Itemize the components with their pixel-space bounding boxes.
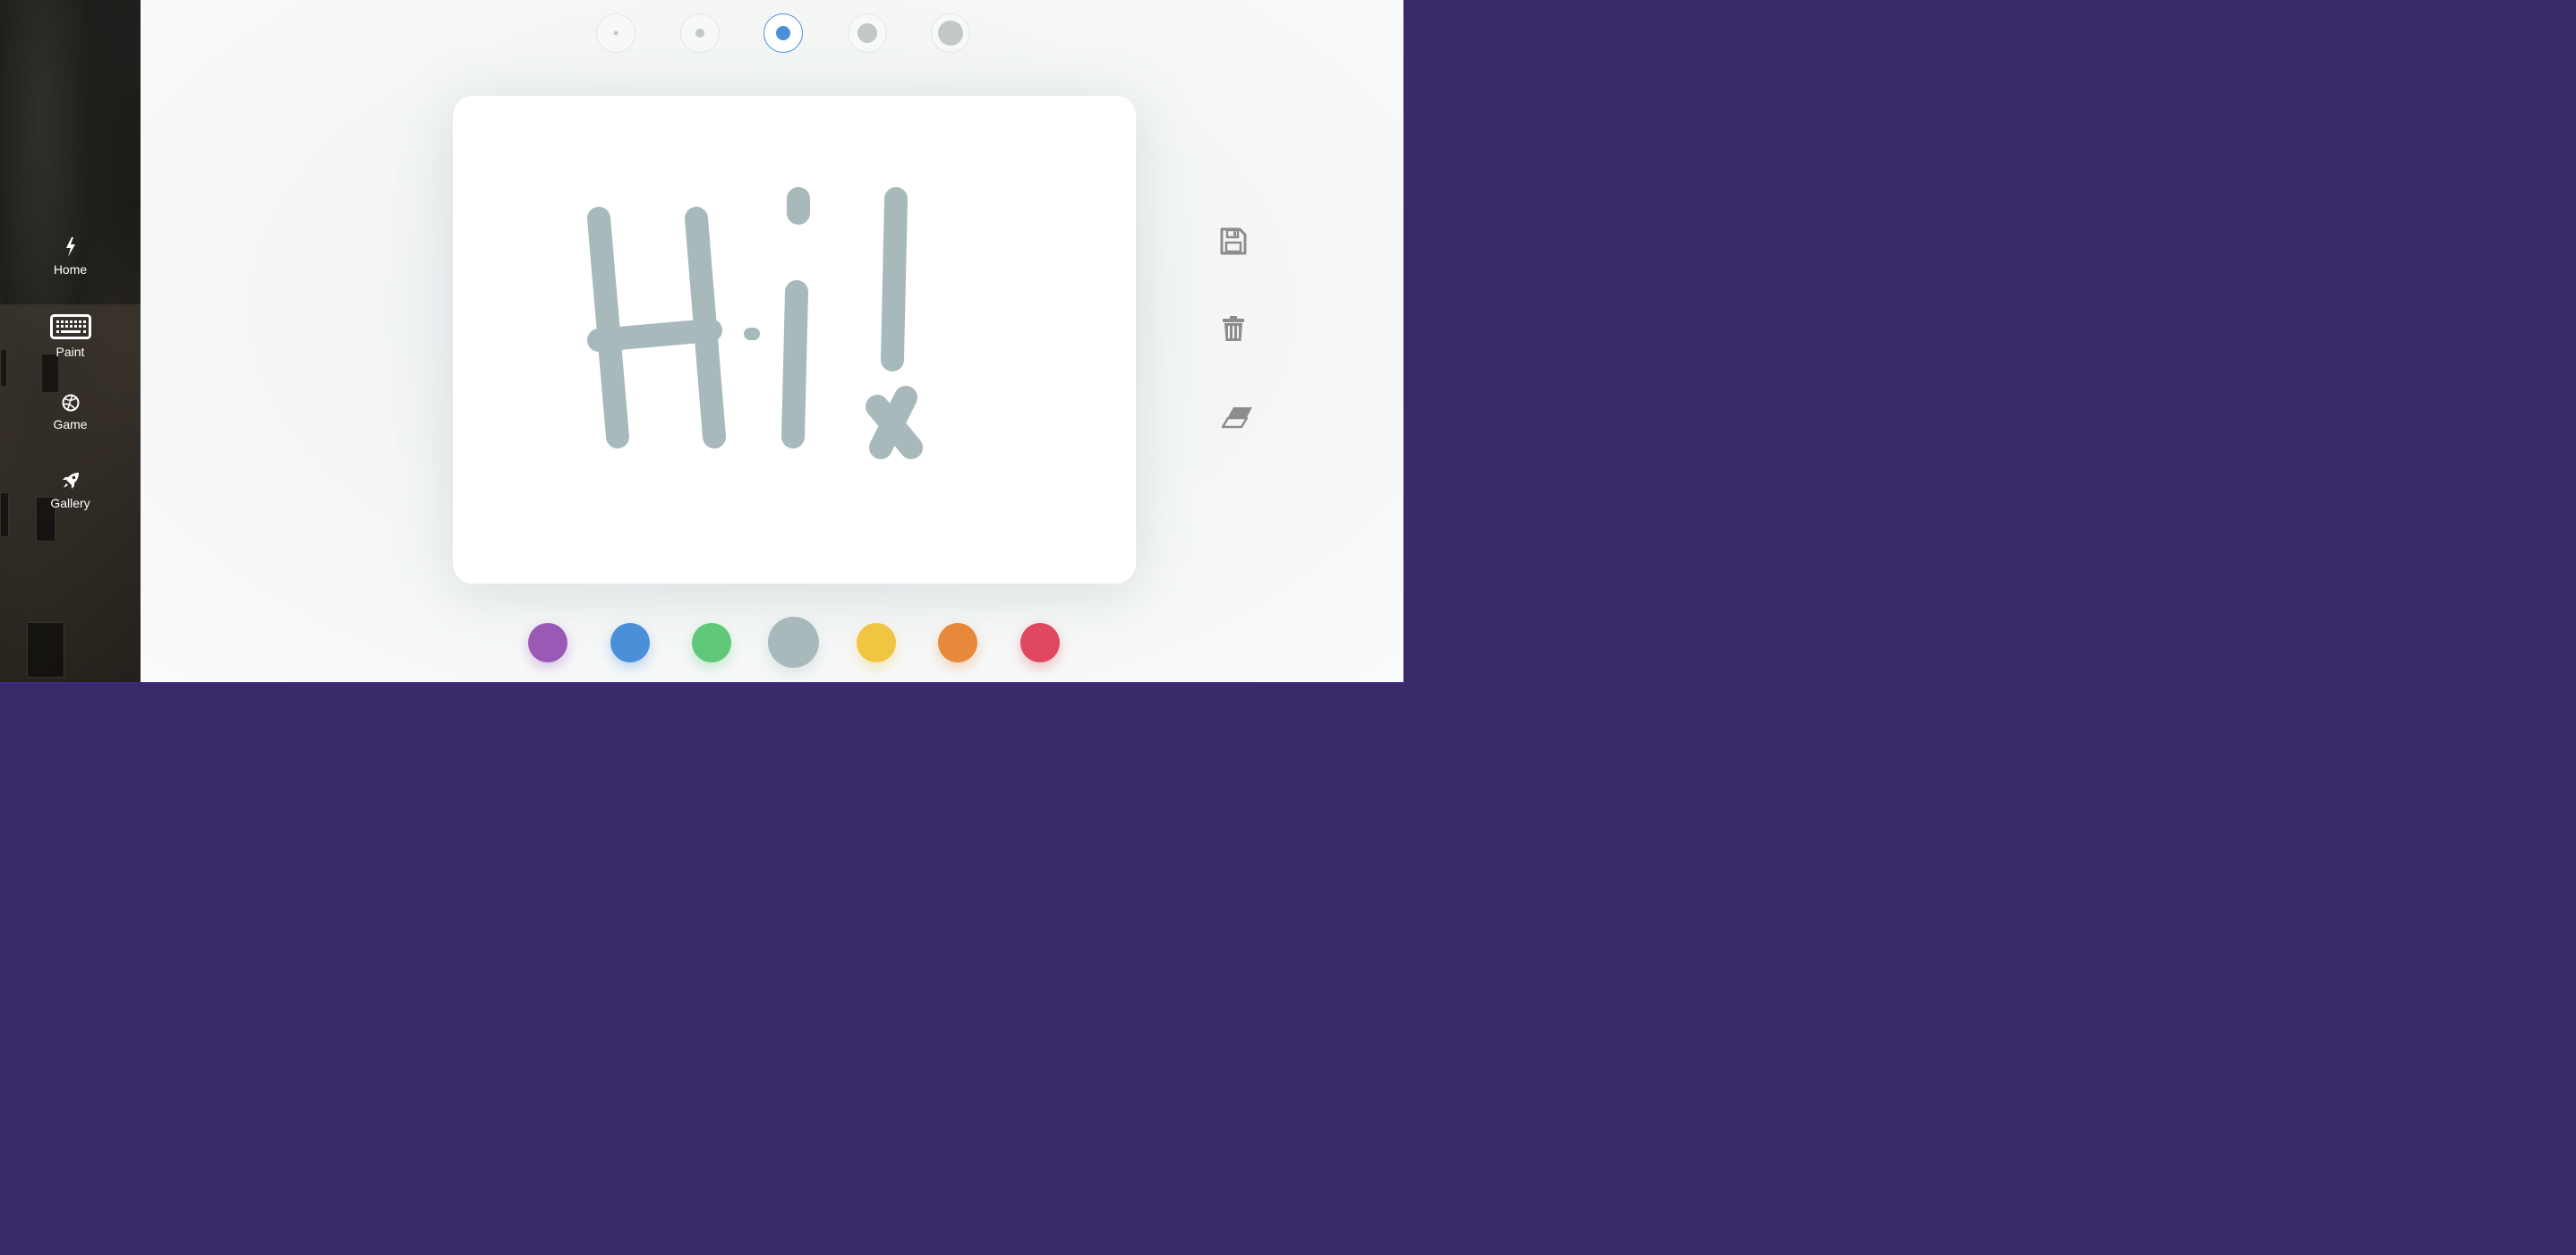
paint-area <box>141 0 1403 682</box>
nav-item-label: Paint <box>55 345 85 359</box>
brush-dot-icon <box>938 21 963 46</box>
brush-dot-icon <box>857 23 877 43</box>
brush-dot-icon <box>776 26 790 40</box>
brush-size-3-button[interactable] <box>763 13 803 53</box>
color-green-button[interactable] <box>692 623 731 662</box>
keyboard-icon <box>49 314 91 339</box>
save-button[interactable] <box>1220 227 1247 260</box>
brush-size-1-button[interactable] <box>596 13 635 53</box>
brush-dot-icon <box>613 30 618 36</box>
brush-size-4-button[interactable] <box>848 13 887 53</box>
bolt-icon <box>65 237 75 257</box>
brush-size-2-button[interactable] <box>680 13 720 53</box>
color-gray-button[interactable] <box>768 617 819 668</box>
color-purple-button[interactable] <box>528 623 567 662</box>
color-red-button[interactable] <box>1020 623 1060 662</box>
color-orange-button[interactable] <box>938 623 977 662</box>
nav-item-home[interactable]: Home <box>0 237 141 277</box>
brush-dot-icon <box>695 29 704 38</box>
nav-item-label: Gallery <box>50 496 90 510</box>
trash-icon <box>1223 316 1244 341</box>
floppy-disk-icon <box>1220 227 1247 255</box>
sidebar: Home Paint Game Gallery <box>0 0 141 682</box>
eraser-button[interactable] <box>1221 406 1254 433</box>
nav-item-gallery[interactable]: Gallery <box>0 471 141 510</box>
nav-item-label: Home <box>53 262 88 277</box>
color-blue-button[interactable] <box>610 623 650 662</box>
nav-item-game[interactable]: Game <box>0 394 141 431</box>
brush-size-5-button[interactable] <box>931 13 970 53</box>
nav-item-label: Game <box>53 417 88 431</box>
delete-button[interactable] <box>1223 316 1244 346</box>
drawing-canvas[interactable] <box>453 96 1136 584</box>
nav-item-paint[interactable]: Paint <box>0 314 141 359</box>
eraser-icon <box>1221 407 1252 429</box>
rocket-icon <box>62 473 79 489</box>
window-bottom-edge <box>0 682 1403 684</box>
basketball-icon <box>62 394 79 412</box>
canvas-drawing <box>587 187 923 459</box>
color-yellow-button[interactable] <box>857 623 896 662</box>
